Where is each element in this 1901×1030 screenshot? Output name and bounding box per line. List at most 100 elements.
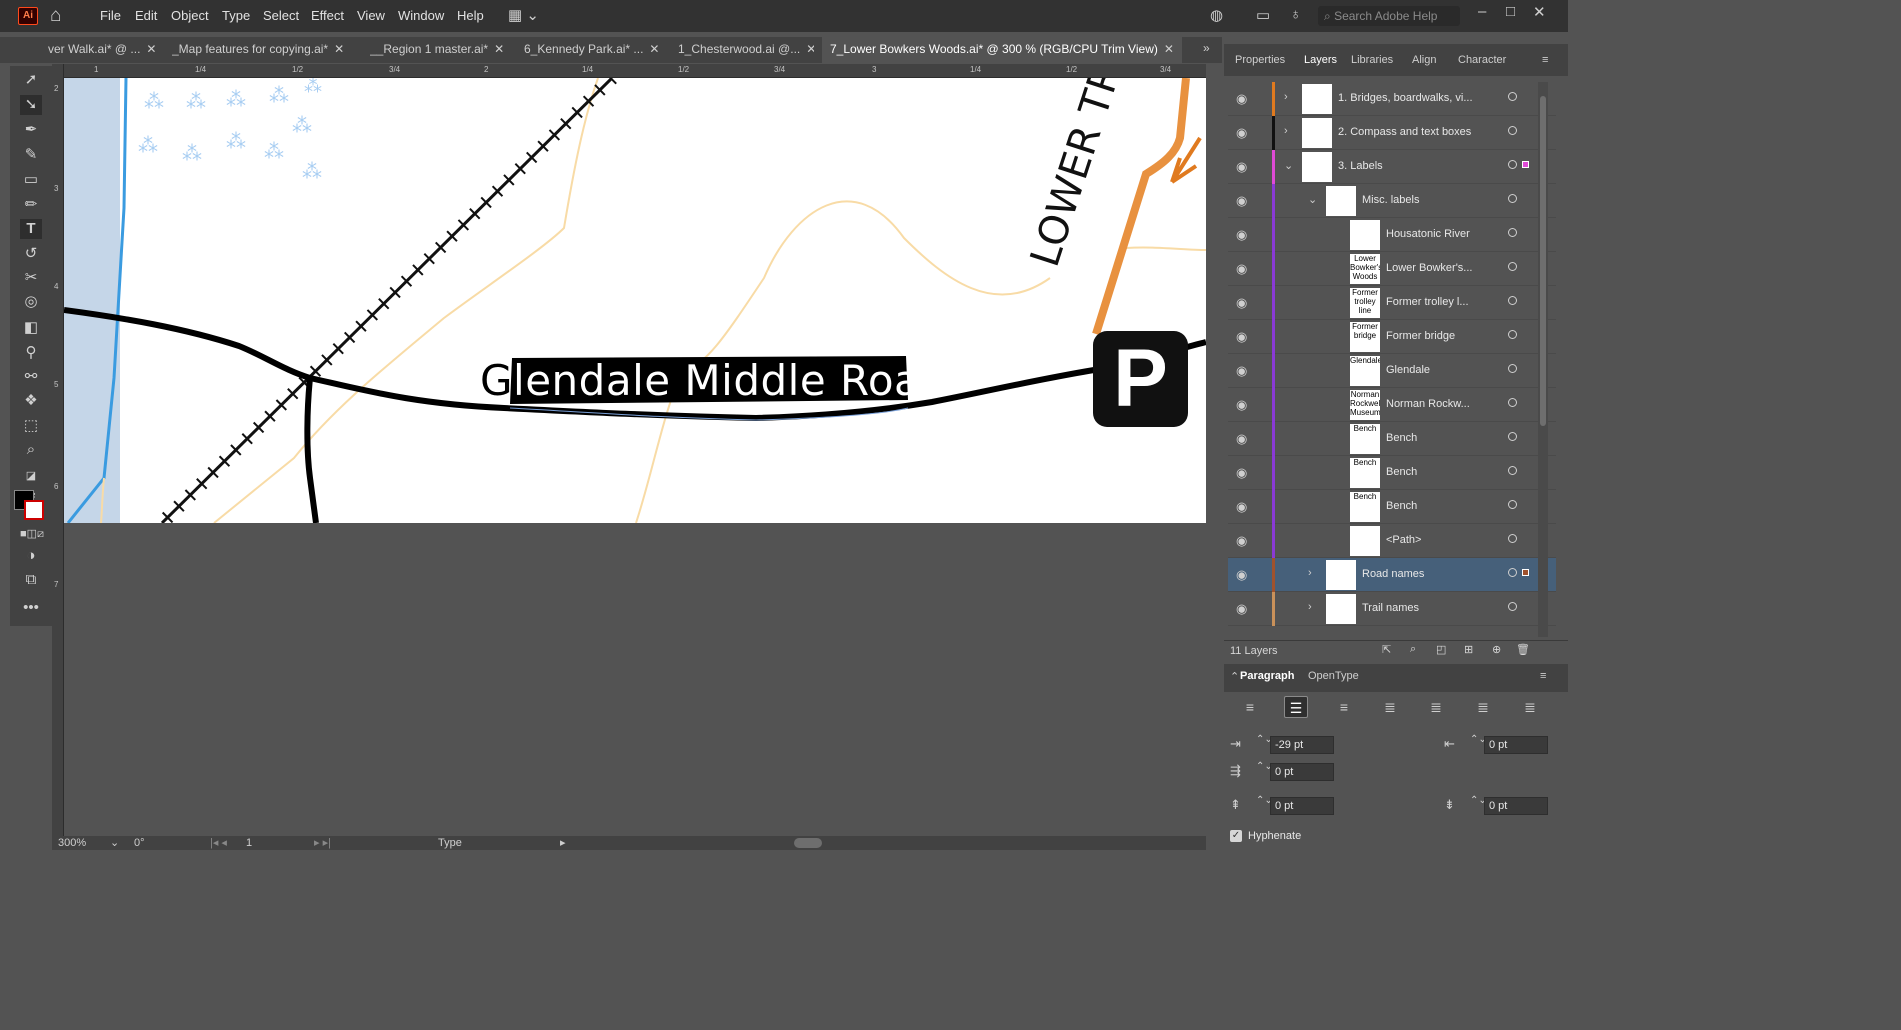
tab-align[interactable]: Align (1412, 54, 1436, 66)
maximize-icon[interactable]: □ (1506, 3, 1515, 20)
layer-row[interactable]: ◉ ⌄ 3. Labels (1228, 150, 1556, 184)
tab-layers[interactable]: Layers (1304, 54, 1337, 66)
layer-row[interactable]: ◉ Lower Bowker's Woods Lower Bowker's... (1228, 252, 1556, 286)
layer-name[interactable]: Misc. labels (1362, 194, 1419, 206)
menu-select[interactable]: Select (263, 8, 299, 23)
selection-indicator[interactable] (1522, 161, 1529, 168)
doc-tab-5[interactable]: 1_Chesterwood.ai @... ✕ (678, 37, 814, 63)
direct-selection-tool-icon[interactable]: ➘ (20, 95, 42, 115)
rotation-value[interactable]: 0° (134, 837, 145, 849)
horizontal-ruler[interactable]: 1 1/4 1/2 3/4 2 1/4 1/2 3/4 3 1/4 1/2 3/4 (52, 64, 1206, 78)
left-indent-field[interactable]: -29 pt (1270, 736, 1334, 754)
scissors-tool-icon[interactable]: ✂ (20, 268, 42, 288)
visibility-eye-icon[interactable]: ◉ (1236, 465, 1247, 481)
visibility-eye-icon[interactable]: ◉ (1236, 159, 1247, 175)
layer-name[interactable]: Norman Rockw... (1386, 398, 1470, 410)
target-circle-icon[interactable] (1508, 534, 1517, 543)
visibility-eye-icon[interactable]: ◉ (1236, 227, 1247, 243)
justify-center-button[interactable]: ≣ (1424, 696, 1448, 718)
layer-row[interactable]: ◉ Bench Bench (1228, 456, 1556, 490)
rotate-tool-icon[interactable]: ↺ (20, 244, 42, 264)
layer-name[interactable]: Road names (1362, 568, 1424, 580)
doc-tab-2[interactable]: _Map features for copying.ai* ✕ (172, 37, 358, 63)
new-sublayer-icon[interactable]: ⊞ (1464, 643, 1473, 656)
account-icon[interactable]: ◍ (1210, 6, 1223, 24)
layer-name[interactable]: Bench (1386, 466, 1417, 478)
delete-layer-icon[interactable]: 🗑 (1516, 643, 1530, 656)
target-circle-icon[interactable] (1508, 296, 1517, 305)
doc-tab-4[interactable]: 6_Kennedy Park.ai* ... ✕ (524, 37, 664, 63)
horizontal-scrollbar-thumb[interactable] (794, 838, 822, 848)
workspace-switcher-icon[interactable]: ▦ ⌄ (508, 6, 539, 24)
close-window-icon[interactable]: ✕ (1533, 3, 1546, 21)
minimize-icon[interactable]: – (1478, 3, 1486, 20)
menu-help[interactable]: Help (457, 8, 484, 23)
artboard-nav-next-icon[interactable]: ▸ ▸| (314, 836, 331, 849)
pencil-tool-icon[interactable]: ✏ (20, 195, 42, 215)
collapse-icon[interactable]: ⌃ (1230, 670, 1239, 683)
type-tool-icon[interactable]: T (20, 219, 42, 239)
export-icon[interactable]: ⇱ (1382, 643, 1391, 656)
layer-row[interactable]: ◉ › Trail names (1228, 592, 1556, 626)
symbol-sprayer-tool-icon[interactable]: ❖ (20, 391, 42, 411)
panel-menu-icon[interactable]: ≡ (1540, 670, 1546, 682)
doc-tab-3[interactable]: __Region 1 master.ai* ✕ (370, 37, 510, 63)
visibility-eye-icon[interactable]: ◉ (1236, 91, 1247, 107)
close-tab-icon[interactable]: ✕ (1164, 42, 1174, 56)
target-circle-icon[interactable] (1508, 602, 1517, 611)
layer-name[interactable]: 1. Bridges, boardwalks, vi... (1338, 92, 1473, 104)
menu-effect[interactable]: Effect (311, 8, 344, 23)
visibility-eye-icon[interactable]: ◉ (1236, 601, 1247, 617)
chevron-right-icon[interactable]: › (1284, 125, 1288, 137)
layer-name[interactable]: Glendale (1386, 364, 1430, 376)
panel-toggle-icon[interactable]: ▭ (1256, 6, 1270, 24)
justify-all-button[interactable]: ≣ (1518, 696, 1542, 718)
zoom-level[interactable]: 300% (58, 837, 86, 849)
target-circle-icon[interactable] (1508, 228, 1517, 237)
clipping-mask-icon[interactable]: ◰ (1436, 643, 1446, 656)
artboard-tool-icon[interactable]: ⬚ (20, 416, 42, 436)
layer-row[interactable]: ◉ Former trolley line Former trolley l... (1228, 286, 1556, 320)
lightbulb-icon[interactable]: ♁ (1290, 6, 1301, 23)
layer-name[interactable]: Bench (1386, 500, 1417, 512)
target-circle-icon[interactable] (1508, 92, 1517, 101)
doc-tab-1[interactable]: ver Walk.ai* @ ... ✕ (48, 37, 160, 63)
layer-name[interactable]: Former bridge (1386, 330, 1455, 342)
artboard-nav-prev-icon[interactable]: |◂ ◂ (210, 836, 227, 849)
visibility-eye-icon[interactable]: ◉ (1236, 193, 1247, 209)
menu-view[interactable]: View (357, 8, 385, 23)
layer-row[interactable]: ◉ Housatonic River (1228, 218, 1556, 252)
layer-row[interactable]: ◉ Glendale Glendale (1228, 354, 1556, 388)
color-mode-icon[interactable]: ■◫⧄ (20, 524, 44, 544)
chevron-down-icon[interactable]: ⌄ (110, 836, 119, 849)
road-label[interactable]: Glendale Middle Road (480, 356, 947, 405)
target-circle-icon[interactable] (1508, 160, 1517, 169)
doc-tab-active[interactable]: 7_Lower Bowkers Woods.ai* @ 300 % (RGB/C… (822, 37, 1182, 63)
layer-row[interactable]: ◉ › Road names (1228, 558, 1556, 592)
align-center-button[interactable]: ☰ (1284, 696, 1308, 718)
edit-toolbar-icon[interactable]: ••• (20, 598, 42, 618)
layer-name[interactable]: Lower Bowker's... (1386, 262, 1472, 274)
road-label-text[interactable]: Glendale Middle Road (480, 356, 947, 405)
layer-row[interactable]: ◉ Bench Bench (1228, 422, 1556, 456)
layers-scrollbar-thumb[interactable] (1540, 96, 1546, 426)
close-tab-icon[interactable]: ✕ (649, 42, 659, 56)
tab-properties[interactable]: Properties (1235, 54, 1285, 66)
layer-row[interactable]: ◉ › 1. Bridges, boardwalks, vi... (1228, 82, 1556, 116)
layer-name[interactable]: Former trolley l... (1386, 296, 1469, 308)
tab-character[interactable]: Character (1458, 54, 1506, 66)
tab-opentype[interactable]: OpenType (1308, 670, 1359, 682)
target-circle-icon[interactable] (1508, 262, 1517, 271)
chevron-right-icon[interactable]: › (1308, 601, 1312, 613)
menu-edit[interactable]: Edit (135, 8, 157, 23)
target-circle-icon[interactable] (1508, 568, 1517, 577)
layer-row[interactable]: ◉ Bench Bench (1228, 490, 1556, 524)
layer-row[interactable]: ◉ Former bridge Former bridge (1228, 320, 1556, 354)
stroke-swatch[interactable] (24, 500, 44, 520)
artboard[interactable]: ⁂ ⁂ ⁂ ⁂ ⁂ ⁂ ⁂ ⁂ ⁂ ⁂ ⁂ Glendale Middle Road LOWER … (64, 78, 1206, 523)
align-right-button[interactable]: ≡ (1332, 696, 1356, 718)
visibility-eye-icon[interactable]: ◉ (1236, 295, 1247, 311)
right-indent-field[interactable]: 0 pt (1484, 736, 1548, 754)
menu-type[interactable]: Type (222, 8, 250, 23)
selection-indicator[interactable] (1522, 569, 1529, 576)
